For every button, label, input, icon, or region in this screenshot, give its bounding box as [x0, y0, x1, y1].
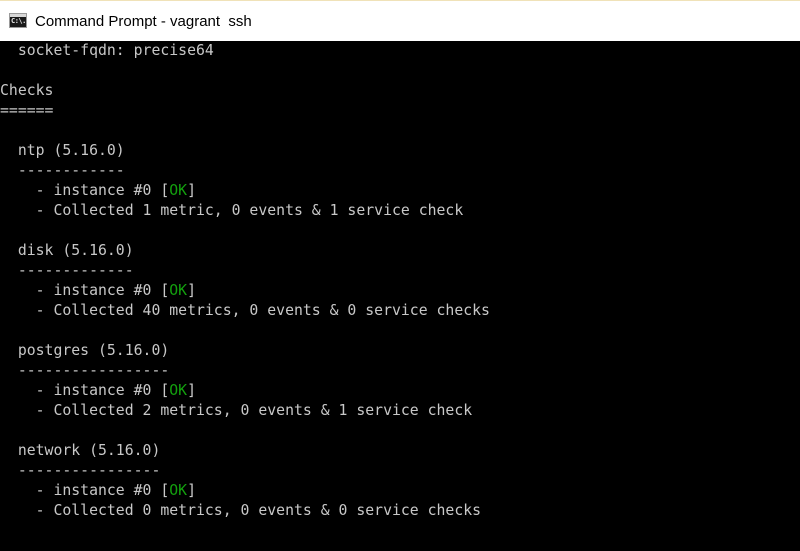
- instance-prefix: - instance #0 [: [0, 182, 170, 199]
- instance-prefix: - instance #0 [: [0, 482, 170, 499]
- instance-prefix: - instance #0 [: [0, 282, 170, 299]
- check-underline-postgres: -----------------: [0, 362, 170, 379]
- check-instance-postgres: - instance #0 [OK]: [0, 381, 196, 401]
- check-underline-network: ----------------: [0, 462, 161, 479]
- check-collected-postgres: - Collected 2 metrics, 0 events & 1 serv…: [0, 402, 473, 419]
- instance-suffix: ]: [187, 382, 197, 399]
- title-bar[interactable]: C:\. Command Prompt - vagrant ssh: [0, 0, 800, 41]
- check-title-ntp: ntp (5.16.0): [0, 142, 125, 159]
- ok-status: OK: [169, 382, 188, 399]
- check-instance-ntp: - instance #0 [OK]: [0, 181, 196, 201]
- check-underline-ntp: ------------: [0, 162, 125, 179]
- check-title-network: network (5.16.0): [0, 442, 161, 459]
- check-collected-disk: - Collected 40 metrics, 0 events & 0 ser…: [0, 302, 490, 319]
- ok-status: OK: [169, 482, 188, 499]
- instance-suffix: ]: [187, 182, 197, 199]
- check-instance-network: - instance #0 [OK]: [0, 481, 196, 501]
- check-underline-disk: -------------: [0, 262, 134, 279]
- ok-status: OK: [169, 182, 188, 199]
- cmd-icon-glyph: C:\.: [11, 17, 26, 25]
- checks-heading: Checks: [0, 82, 54, 99]
- check-title-postgres: postgres (5.16.0): [0, 342, 170, 359]
- checks-underline: ======: [0, 102, 54, 119]
- socket-fqdn-line: socket-fqdn: precise64: [0, 42, 214, 59]
- instance-prefix: - instance #0 [: [0, 382, 170, 399]
- instance-suffix: ]: [187, 482, 197, 499]
- console-output[interactable]: socket-fqdn: precise64 Checks ====== ntp…: [0, 41, 800, 551]
- check-collected-ntp: - Collected 1 metric, 0 events & 1 servi…: [0, 202, 464, 219]
- check-collected-network: - Collected 0 metrics, 0 events & 0 serv…: [0, 502, 482, 519]
- command-prompt-window: C:\. Command Prompt - vagrant ssh socket…: [0, 0, 800, 551]
- check-instance-disk: - instance #0 [OK]: [0, 281, 196, 301]
- check-title-disk: disk (5.16.0): [0, 242, 134, 259]
- ok-status: OK: [169, 282, 188, 299]
- cmd-icon: C:\.: [9, 13, 27, 28]
- window-title: Command Prompt - vagrant ssh: [35, 13, 252, 30]
- instance-suffix: ]: [187, 282, 197, 299]
